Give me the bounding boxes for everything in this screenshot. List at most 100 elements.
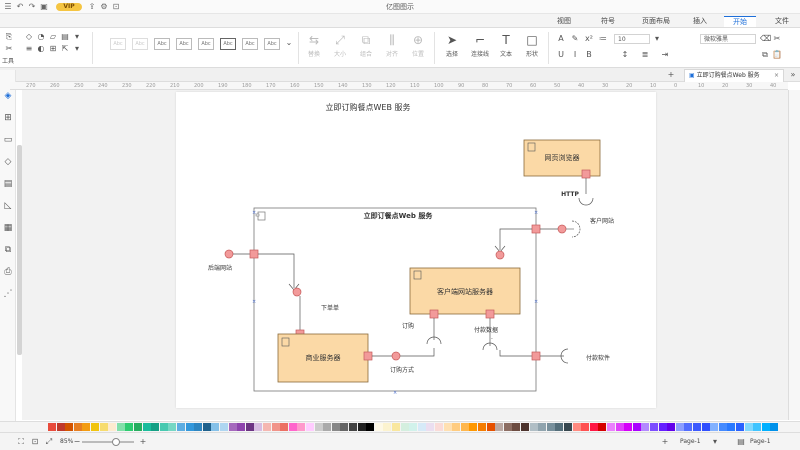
color-swatch[interactable] (598, 423, 607, 431)
color-swatch[interactable] (297, 423, 306, 431)
image-icon[interactable]: ▭ (2, 134, 14, 146)
color-swatch[interactable] (469, 423, 478, 431)
shadow-icon[interactable]: ◐ (36, 44, 46, 54)
color-swatch[interactable] (323, 423, 332, 431)
color-swatch[interactable] (675, 423, 684, 431)
font-color-icon[interactable]: A (556, 34, 566, 44)
share-icon[interactable]: ⇪ (88, 3, 96, 11)
layers-icon[interactable]: ◇ (2, 156, 14, 168)
color-swatch[interactable] (753, 423, 762, 431)
color-swatch[interactable] (306, 423, 314, 431)
color-swatch[interactable] (194, 423, 203, 431)
style-swatch-4[interactable]: Abc (176, 38, 192, 50)
color-swatch[interactable] (650, 423, 658, 431)
color-swatch[interactable] (116, 423, 125, 431)
color-swatch[interactable] (417, 423, 426, 431)
position-button[interactable]: ⊕ 位置 (406, 31, 430, 65)
color-swatch[interactable] (134, 423, 142, 431)
expand-icon[interactable]: ⤢ (44, 437, 54, 447)
color-swatch[interactable] (718, 423, 727, 431)
page-select[interactable]: Page-1 (680, 438, 701, 445)
zoom-out-icon[interactable]: − (72, 437, 82, 447)
color-swatch[interactable] (65, 423, 74, 431)
style-swatch-5[interactable]: Abc (198, 38, 214, 50)
color-swatch[interactable] (632, 423, 641, 431)
tab-page-layout[interactable]: 页面布局 (634, 16, 678, 27)
fill-paint-icon[interactable]: ◈ (2, 90, 14, 102)
color-swatch[interactable] (392, 423, 400, 431)
tool-icon[interactable]: ✂ (4, 44, 14, 54)
color-swatch[interactable] (486, 423, 495, 431)
add-tab-icon[interactable]: + (666, 70, 676, 80)
system-title-text[interactable]: 立即订餐点Web 服务 (364, 211, 434, 220)
color-swatch[interactable] (228, 423, 237, 431)
color-swatch[interactable] (357, 423, 366, 431)
font-size-select[interactable]: 10 (614, 34, 650, 44)
bold-text-icon[interactable]: B (584, 50, 594, 60)
color-swatch[interactable] (271, 423, 280, 431)
add-page-icon[interactable]: + (660, 437, 670, 447)
text-tool-button[interactable]: T 文本 (494, 31, 518, 65)
menu-icon[interactable]: ☰ (4, 3, 12, 11)
client-server-interface[interactable] (495, 250, 505, 260)
line-spacing-icon[interactable]: ↕ (620, 50, 630, 60)
zoom-in-icon[interactable]: + (138, 437, 148, 447)
color-swatch[interactable] (615, 423, 624, 431)
tab-file[interactable]: 文件 (768, 16, 796, 27)
line-color-icon[interactable]: ▱ (48, 32, 58, 42)
redo-icon[interactable]: ↷ (28, 3, 36, 11)
color-swatch[interactable] (245, 423, 254, 431)
fit-page-icon[interactable]: ⊡ (30, 437, 40, 447)
page-list-icon[interactable]: ▤ (736, 437, 746, 447)
page-title-text[interactable]: 立即订购餐点WEB 服务 (326, 102, 411, 112)
zoom-slider-knob[interactable] (112, 438, 120, 446)
underline-icon[interactable]: U (556, 50, 566, 60)
browser-port[interactable] (581, 169, 591, 179)
color-swatch[interactable] (443, 423, 452, 431)
cut-icon[interactable]: ✂ (772, 34, 782, 44)
zoom-slider-track[interactable] (82, 441, 134, 443)
color-swatch[interactable] (254, 423, 263, 431)
italic-icon[interactable]: I (570, 50, 580, 60)
chart-icon[interactable]: ◺ (2, 200, 14, 212)
color-swatch[interactable] (495, 423, 504, 431)
boundary-port-customer[interactable] (531, 224, 541, 234)
indent-icon[interactable]: ⇥ (660, 50, 670, 60)
color-swatch[interactable] (409, 423, 418, 431)
color-swatch[interactable] (701, 423, 710, 431)
color-swatch[interactable] (99, 423, 108, 431)
drawing-page[interactable]: 立即订购餐点WEB 服务 立即订餐点Web 服务 网页浏览器 HTTP 客户网站 (176, 92, 656, 408)
color-swatch[interactable] (460, 423, 469, 431)
style-swatch-3[interactable]: Abc (154, 38, 170, 50)
more-icon-2[interactable]: ▾ (72, 44, 82, 54)
color-swatch[interactable] (478, 423, 486, 431)
color-swatch[interactable] (572, 423, 581, 431)
size-button[interactable]: ⤢ 大小 (328, 31, 352, 65)
color-swatch[interactable] (710, 423, 719, 431)
close-tab-icon[interactable]: × (774, 70, 779, 82)
color-swatch[interactable] (529, 423, 538, 431)
color-swatch[interactable] (288, 423, 297, 431)
color-swatch[interactable] (744, 423, 753, 431)
font-family-select[interactable]: 微软雅黑 (700, 34, 756, 44)
color-swatch[interactable] (108, 423, 117, 431)
superscript-icon[interactable]: x² (584, 34, 594, 44)
gallery-more-icon[interactable]: ⌄ (284, 38, 294, 48)
align-button[interactable]: ⫼ 对齐 (380, 31, 404, 65)
highlight-icon[interactable]: ✎ (570, 34, 580, 44)
color-swatch[interactable] (546, 423, 555, 431)
history-icon[interactable]: ⧉ (2, 244, 14, 256)
color-swatch[interactable] (331, 423, 340, 431)
tab-symbol[interactable]: 符号 (592, 16, 624, 27)
color-swatch[interactable] (56, 423, 65, 431)
color-swatch[interactable] (607, 423, 615, 431)
arrange-icon[interactable]: ⊞ (48, 44, 58, 54)
undo-icon[interactable]: ↶ (16, 3, 24, 11)
color-swatch[interactable] (770, 423, 779, 431)
group-button[interactable]: ⧉ 组合 (354, 31, 378, 65)
color-swatch[interactable] (503, 423, 512, 431)
commerce-port-right[interactable] (363, 351, 373, 361)
color-swatch[interactable] (452, 423, 461, 431)
color-swatch[interactable] (91, 423, 99, 431)
color-swatch[interactable] (202, 423, 211, 431)
